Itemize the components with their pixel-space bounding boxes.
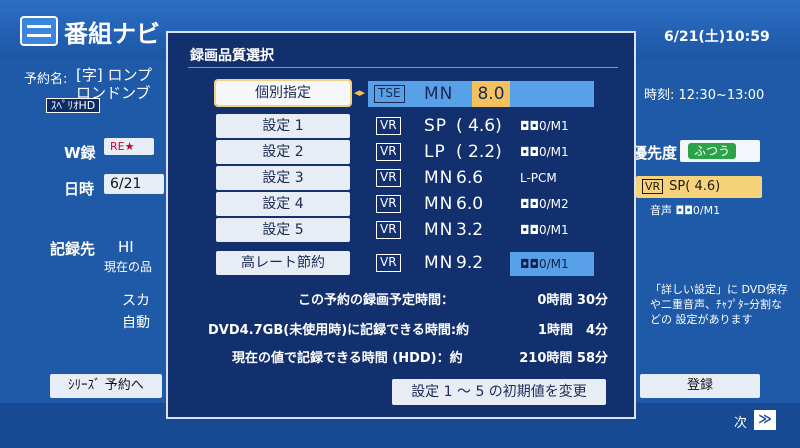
vr-format-badge: VR [376,195,401,213]
destination-note: 現在の品 [104,260,153,274]
series-reservation-button[interactable]: ｼﾘｰｽﾞ 予約へ [50,374,162,398]
tse-format-badge: TSE [374,85,405,103]
setting-2-button[interactable]: 設定 2 [216,140,350,164]
register-button[interactable]: 登録 [640,374,760,398]
audio-format: ◘◘0/M2 [520,197,569,211]
quality-select-dialog: 録画品質選択 個別指定 ◂▸ TSE MN 8.0 設定 1 VR SP ( 4… [166,31,636,419]
priority-select[interactable]: ふつう [680,140,760,162]
clock: 6/21(土)10:59 [664,29,770,45]
time-info: 時刻: 12:30~13:00 [644,88,765,103]
date-field[interactable]: 6/21 [104,174,164,194]
audio-info: 音声 ◘◘0/M1 [650,204,721,217]
reservation-name-label: 予約名: [24,72,68,87]
hd-badge: ｽﾍﾟﾘｵHD [46,98,101,113]
audio-format: ◘◘0/M1 [520,119,569,133]
quality-value: SP( 4.6) [669,179,721,194]
quality-select[interactable]: VR SP( 4.6) [636,176,762,198]
quality-row-high-rate-saving[interactable]: 高レート節約 VR MN 9.2 ◘◘0/M1 [168,251,638,277]
recording-mode: MN [424,253,454,273]
setting-4-button[interactable]: 設定 4 [216,192,350,216]
option-two[interactable]: 自動 [122,312,150,332]
scheduled-time-value: 0時間 30分 [537,293,608,308]
destination-label: 記録先 [50,240,96,258]
audio-format: L-PCM [520,171,557,185]
dvd-time-value: 1時間 4分 [537,323,608,338]
bitrate-value: ( 2.2) [456,142,502,162]
bitrate-value: 6.6 [456,168,484,188]
quality-row-setting-2[interactable]: 設定 2 VR LP ( 2.2) ◘◘0/M1 [168,140,638,166]
recording-mode: LP [424,142,446,162]
recording-mode: MN [424,168,454,188]
vr-format-badge: VR [376,117,401,135]
custom-quality-editor[interactable]: TSE MN 8.0 [368,81,594,107]
bitrate-value: ( 4.6) [456,116,502,136]
bitrate-spinner[interactable]: 8.0 [472,81,510,107]
priority-label: 優先度 [632,144,678,162]
hdd-time-label: 現在の値で記録できる時間 (HDD)：約 [232,351,463,366]
recording-mode: MN [424,220,454,240]
title-divider [188,67,618,68]
vr-format-badge: VR [376,169,401,187]
dialog-title: 録画品質選択 [190,48,274,64]
left-right-arrows-icon: ◂▸ [354,86,366,99]
navi-logo-icon [20,16,58,46]
audio-format[interactable]: ◘◘0/M1 [510,252,594,276]
priority-value: ふつう [688,143,737,159]
next-page-icon[interactable]: ≫ [754,410,776,430]
hdd-time-value: 210時間 58分 [519,351,608,366]
scheduled-time-label: この予約の録画予定時間： [298,293,455,308]
dvd-time-label: DVD4.7GB(未使用時)に記録できる時間:約 [208,323,470,338]
w-record-toggle[interactable]: RE★ [104,138,154,155]
app-title: 番組ナビ [64,20,160,48]
vr-format-badge: VR [376,254,401,272]
recording-mode: SP [424,116,448,136]
date-label: 日時 [64,180,95,198]
quality-row-setting-1[interactable]: 設定 1 VR SP ( 4.6) ◘◘0/M1 [168,114,638,140]
bitrate-value: 3.2 [456,220,484,240]
bitrate-value: 6.0 [456,194,484,214]
destination-value[interactable]: HI [118,238,134,256]
quality-row-setting-3[interactable]: 設定 3 VR MN 6.6 L-PCM [168,166,638,192]
quality-row-custom[interactable]: 個別指定 ◂▸ TSE MN 8.0 [168,79,638,107]
setting-1-button[interactable]: 設定 1 [216,114,350,138]
quality-row-setting-5[interactable]: 設定 5 VR MN 3.2 ◘◘0/M1 [168,218,638,244]
change-defaults-button[interactable]: 設定 1 ～ 5 の初期値を変更 [392,379,606,405]
vr-format-badge: VR [376,221,401,239]
setting-5-button[interactable]: 設定 5 [216,218,350,242]
vr-format-badge: VR [642,179,664,194]
bitrate-value: 9.2 [456,253,484,273]
quality-row-setting-4[interactable]: 設定 4 VR MN 6.0 ◘◘0/M2 [168,192,638,218]
option-one[interactable]: スカ [122,290,150,310]
next-label: 次 [734,416,748,431]
setting-3-button[interactable]: 設定 3 [216,166,350,190]
audio-format: ◘◘0/M1 [520,145,569,159]
vr-format-badge: VR [376,143,401,161]
custom-quality-button[interactable]: 個別指定 [214,79,352,107]
w-record-label: W録 [64,144,96,162]
advanced-settings-note: 「詳しい設定」に DVD保存や二重音声、ﾁｬﾌﾟﾀｰ分割などの 設定があります [650,283,788,326]
custom-mode: MN [424,84,454,104]
high-rate-saving-button[interactable]: 高レート節約 [216,251,350,275]
audio-format: ◘◘0/M1 [520,223,569,237]
recording-mode: MN [424,194,454,214]
